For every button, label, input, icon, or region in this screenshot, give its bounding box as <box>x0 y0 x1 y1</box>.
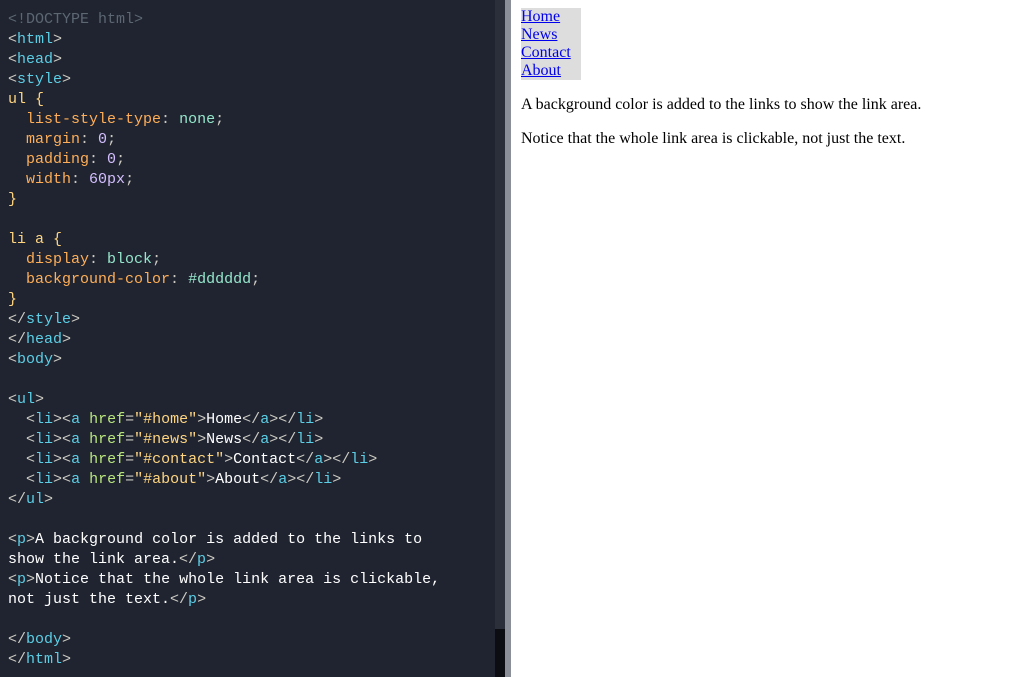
tag-head-open: head <box>17 51 53 68</box>
scrollbar-thumb[interactable] <box>495 629 505 677</box>
list-item: Home <box>521 8 581 26</box>
preview-pane: Home News Contact About A background col… <box>511 0 1012 677</box>
nav-link-contact[interactable]: Contact <box>521 44 581 62</box>
list-item: Contact <box>521 44 581 62</box>
selector-ul: ul { <box>8 91 44 108</box>
code-editor-pane[interactable]: <!DOCTYPE html> <html> <head> <style> ul… <box>0 0 505 677</box>
code-doctype: <!DOCTYPE html> <box>8 11 143 28</box>
tag-html-open: html <box>17 31 53 48</box>
nav-link-home[interactable]: Home <box>521 8 581 26</box>
selector-li-a: li a { <box>8 231 62 248</box>
tag-style-open: style <box>17 71 62 88</box>
list-item: News <box>521 26 581 44</box>
paragraph-1: A background color is added to the links… <box>521 96 1004 114</box>
editor-scrollbar[interactable] <box>495 0 505 677</box>
nav-link-news[interactable]: News <box>521 26 581 44</box>
nav-list: Home News Contact About <box>521 8 581 80</box>
paragraph-2: Notice that the whole link area is click… <box>521 130 1004 148</box>
list-item: About <box>521 62 581 80</box>
nav-link-about[interactable]: About <box>521 62 581 80</box>
